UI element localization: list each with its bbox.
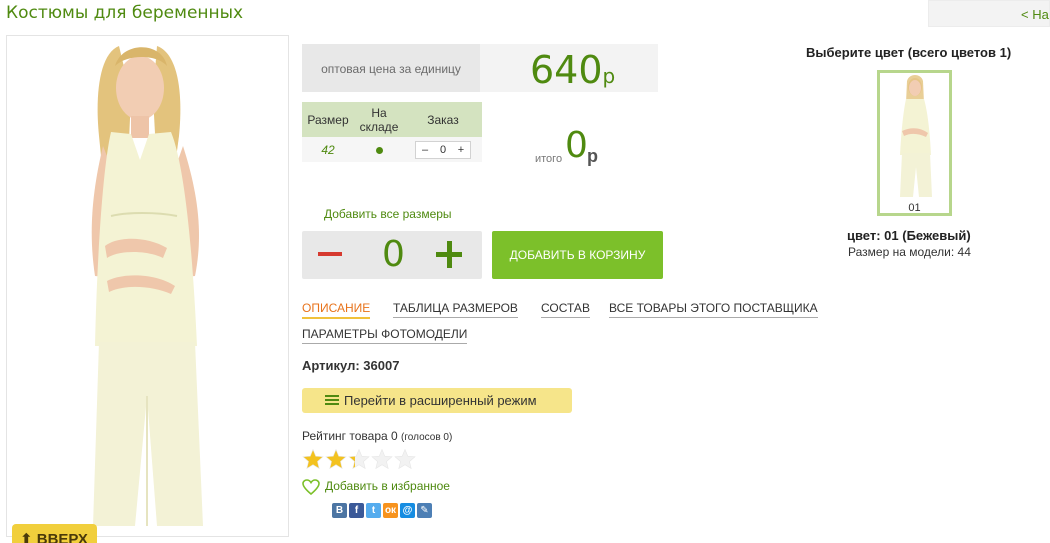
mailru-icon[interactable]: @ [400,503,415,518]
order-stepper[interactable]: – 0 + [415,140,471,159]
table-row: 42 – 0 + [302,137,482,162]
tab-size-table[interactable]: ТАБЛИЦА РАЗМЕРОВ [393,301,518,318]
rating-votes: (голосов 0) [401,432,453,443]
order-header: Заказ [404,102,482,137]
tab-description[interactable]: ОПИСАНИЕ [302,301,371,319]
extended-mode-label: Перейти в расширенный режим [344,393,537,408]
price-label: оптовая цена за единицу [321,62,461,76]
extended-mode-button[interactable]: Перейти в расширенный режим [302,388,572,413]
tab-composition[interactable]: СОСТАВ [541,301,590,318]
facebook-icon[interactable]: f [349,503,364,518]
scroll-up-label: ВВЕРХ [36,531,88,543]
back-link-box[interactable]: < На [928,0,1050,27]
add-all-sizes-link[interactable]: Добавить все размеры [324,207,452,221]
order-minus-button[interactable]: – [416,144,434,156]
list-icon [325,395,339,406]
in-stock-dot-icon [375,146,383,154]
order-plus-button[interactable]: + [452,144,470,156]
total-value: 0 [565,125,588,166]
rating-star-icon[interactable] [371,449,393,470]
model-photo-illustration [91,46,203,526]
page-title: Костюмы для беременных [6,3,244,23]
color-thumbnail-image [900,75,932,197]
quantity-minus-button[interactable] [318,252,342,256]
arrow-up-icon: ⬆ [20,531,37,543]
tab-supplier-products[interactable]: ВСЕ ТОВАРЫ ЭТОГО ПОСТАВЩИКА [609,301,818,318]
color-thumbnail-label: 01 [908,202,921,214]
scroll-up-button[interactable]: ⬆ ВВЕРХ [12,524,97,543]
product-photo[interactable] [6,35,289,537]
size-table: Размер На складе Заказ 42 – 0 + [302,102,482,162]
odnoklassniki-icon[interactable]: ок [383,503,398,518]
quantity-value: 0 [382,234,405,275]
total-label: итого [535,153,563,165]
price-value: 640р [530,48,615,92]
add-to-cart-button[interactable]: ДОБАВИТЬ В КОРЗИНУ [492,231,663,279]
rating-text: Рейтинг товара 0 (голосов 0) [302,429,452,443]
price-value-box: 640р [480,44,658,92]
favorites-label: Добавить в избранное [325,479,450,493]
rating-star-icon[interactable] [302,449,324,470]
heart-icon [302,479,320,495]
twitter-icon[interactable]: t [366,503,381,518]
rating-star-icon[interactable] [394,449,416,470]
livejournal-icon[interactable]: ✎ [417,503,432,518]
rating-star-icon[interactable] [348,449,370,470]
price-currency: р [602,64,616,88]
price-label-box: оптовая цена за единицу [302,44,480,92]
plus-icon-vertical [447,241,452,268]
stock-cell [354,137,404,162]
total-currency: р [587,146,598,166]
size-cell: 42 [302,137,354,162]
back-link[interactable]: < На [1021,7,1049,22]
article-number: Артикул: 36007 [302,358,400,373]
stock-header: На складе [354,102,404,137]
rating-label: Рейтинг товара 0 [302,429,398,443]
color-chooser-heading: Выберите цвет (всего цветов 1) [806,45,1012,60]
order-quantity-value[interactable]: 0 [434,144,452,156]
price-amount: 640 [530,48,603,92]
quantity-stepper: 0 [302,231,482,279]
color-thumbnail[interactable]: 01 [877,70,952,216]
order-cell: – 0 + [404,137,482,162]
rating-star-icon[interactable] [325,449,347,470]
vkontakte-icon[interactable]: B [332,503,347,518]
tab-model-parameters[interactable]: ПАРАМЕТРЫ ФОТОМОДЕЛИ [302,327,468,344]
size-header: Размер [302,102,354,137]
rating-stars[interactable] [302,449,418,471]
model-size: Размер на модели: 44 [848,245,971,259]
selected-color-name: цвет: 01 (Бежевый) [847,228,971,243]
